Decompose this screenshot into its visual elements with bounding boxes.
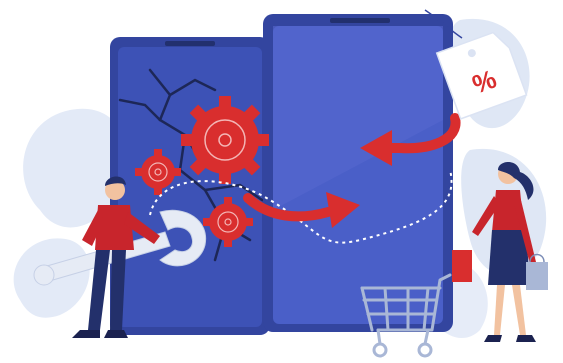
- new-phone: [263, 14, 453, 332]
- shopping-bag: [452, 250, 472, 282]
- broken-phone-replacement-illustration: %: [13, 9, 548, 358]
- shopping-bag: [526, 262, 548, 290]
- broken-phone: [110, 37, 270, 335]
- gear-icon: [181, 96, 269, 184]
